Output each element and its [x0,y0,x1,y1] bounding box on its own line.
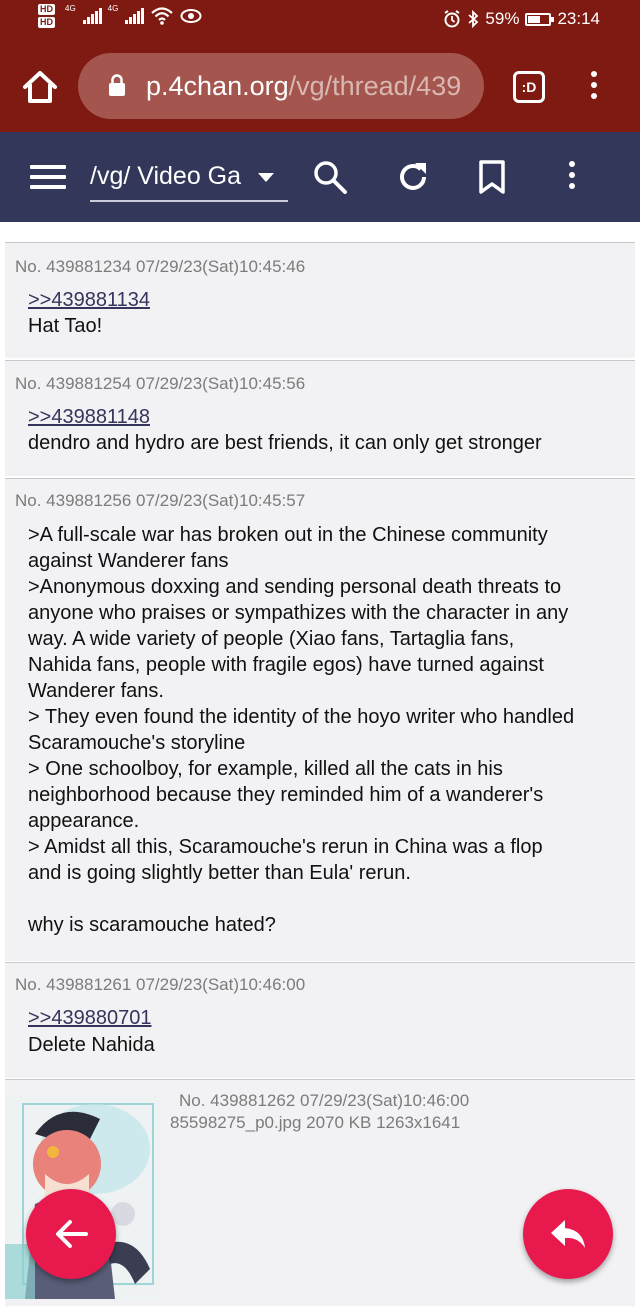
file-info[interactable]: 85598275_p0.jpg 2070 KB 1263x1641 [170,1113,460,1133]
signal-icon [82,8,102,24]
status-left: HD HD 4G 4G [38,4,202,28]
post-text: dendro and hydro are best friends, it ca… [28,432,542,454]
hd-indicators: HD HD [38,4,55,28]
arrow-left-icon [56,1220,88,1248]
back-button[interactable] [26,1189,116,1279]
post: No. 439881261 07/29/23(Sat)10:46:00 >>43… [5,962,635,1078]
post-text: >A full-scale war has broken out in the … [28,524,575,936]
quote-link[interactable]: >>439880701 [28,1007,151,1030]
browser-toolbar: p.4chan.org/vg/thread/439 :D [0,42,640,132]
bluetooth-icon [468,10,479,28]
chevron-down-icon [258,173,274,182]
battery-percent: 59% [485,9,520,28]
wifi-icon [151,7,174,25]
refresh-icon[interactable] [395,159,431,195]
network-type-label: 4G [65,4,76,13]
status-bar: HD HD 4G 4G 59% 23:14 [0,0,640,42]
post-meta[interactable]: No. 439881262 07/29/23(Sat)10:46:00 [179,1091,469,1111]
eye-icon [180,9,202,23]
network-type-label: 4G [107,4,119,13]
battery-fill [528,15,541,23]
board-label: /vg/ Video Ga [90,162,242,190]
post-text: Hat Tao! [28,315,103,337]
quote-link[interactable]: >>439881134 [28,289,150,312]
post: No. 439881234 07/29/23(Sat)10:45:46 >>43… [5,242,635,358]
reply-button[interactable] [523,1189,613,1279]
quote-link[interactable]: >>439881148 [28,406,150,429]
post-text: Delete Nahida [28,1034,155,1056]
browser-menu-icon[interactable] [582,68,606,108]
post: No. 439881256 07/29/23(Sat)10:45:57 >A f… [5,478,635,961]
post-meta[interactable]: No. 439881234 07/29/23(Sat)10:45:46 [15,257,305,277]
url-path: /vg/thread/439 [288,71,462,101]
search-icon[interactable] [312,159,348,195]
more-icon[interactable] [560,158,584,198]
post: No. 439881254 07/29/23(Sat)10:45:56 >>43… [5,360,635,476]
status-right: 59% 23:14 [443,9,600,29]
url-text: p.4chan.org/vg/thread/439 [146,71,461,102]
post-meta[interactable]: No. 439881256 07/29/23(Sat)10:45:57 [15,491,305,511]
clock: 23:14 [557,9,600,28]
reply-icon [551,1220,585,1248]
app-toolbar: /vg/ Video Ga [0,132,640,222]
signal-icon [125,8,145,24]
alarm-icon [444,10,460,28]
menu-icon[interactable] [30,165,66,189]
lock-icon [109,74,125,96]
hd-badge: HD [38,4,55,15]
board-selector[interactable]: /vg/ Video Ga [90,158,288,202]
post-meta[interactable]: No. 439881261 07/29/23(Sat)10:46:00 [15,975,305,995]
bookmark-icon[interactable] [474,159,510,195]
post: No. 439881262 07/29/23(Sat)10:46:00 8559… [5,1079,635,1306]
battery-icon [525,12,555,26]
hd-badge: HD [38,17,55,28]
url-bar[interactable]: p.4chan.org/vg/thread/439 [78,53,484,119]
home-icon[interactable] [20,67,60,107]
tabs-button[interactable]: :D [513,71,545,103]
post-meta[interactable]: No. 439881254 07/29/23(Sat)10:45:56 [15,374,305,394]
url-host: p.4chan.org [146,71,289,101]
thread-posts: No. 439881234 07/29/23(Sat)10:45:46 >>43… [0,222,640,1306]
